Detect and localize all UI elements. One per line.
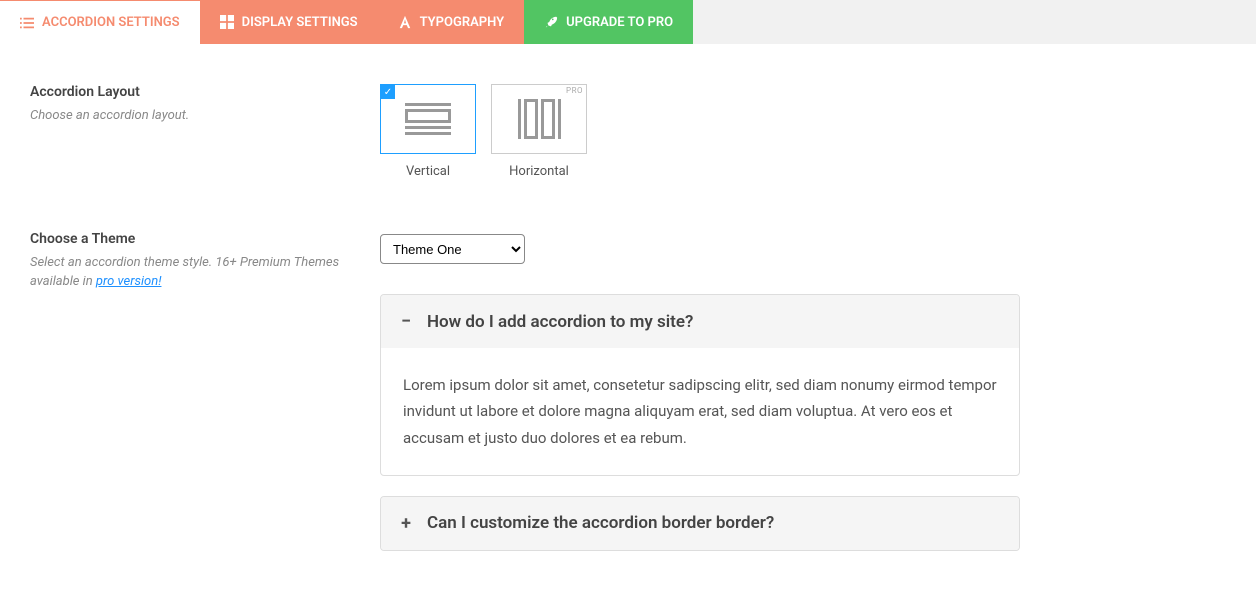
list-icon [20, 16, 34, 30]
tab-label: DISPLAY SETTINGS [242, 15, 358, 30]
layout-option-vertical[interactable]: ✓ [380, 84, 476, 154]
accordion-body: Lorem ipsum dolor sit amet, consetetur s… [381, 348, 1019, 475]
layout-option-horizontal[interactable]: PRO [491, 84, 587, 154]
layout-desc: Choose an accordion layout. [30, 106, 360, 126]
layout-options: ✓ Vertical PRO Horizontal [380, 84, 1020, 179]
tab-label: ACCORDION SETTINGS [42, 15, 180, 30]
accordion-title: How do I add accordion to my site? [427, 312, 693, 332]
tab-typography[interactable]: TYPOGRAPHY [378, 0, 525, 44]
settings-content: Accordion Layout Choose an accordion lay… [0, 44, 1256, 591]
layout-title: Accordion Layout [30, 84, 360, 100]
tab-label: TYPOGRAPHY [420, 15, 505, 30]
tab-upgrade-pro[interactable]: UPGRADE TO PRO [524, 0, 693, 44]
grid-icon [220, 15, 234, 29]
settings-tabs: ACCORDION SETTINGS DISPLAY SETTINGS TYPO… [0, 0, 1256, 44]
theme-select[interactable]: Theme One [380, 234, 525, 264]
layout-option-label: Horizontal [491, 164, 587, 179]
accordion-header[interactable]: − How do I add accordion to my site? [381, 295, 1019, 348]
layout-option-label: Vertical [380, 164, 476, 179]
theme-title: Choose a Theme [30, 231, 360, 247]
vertical-layout-icon [405, 103, 451, 135]
accordion-item: + Can I customize the accordion border b… [380, 496, 1020, 551]
horizontal-layout-icon [518, 99, 561, 139]
collapse-icon: − [399, 311, 413, 332]
pro-version-link[interactable]: pro version! [96, 274, 162, 289]
expand-icon: + [399, 513, 413, 534]
theme-desc: Select an accordion theme style. 16+ Pre… [30, 253, 360, 292]
settings-labels-column: Accordion Layout Choose an accordion lay… [30, 84, 360, 571]
accordion-item: − How do I add accordion to my site? Lor… [380, 294, 1020, 476]
tab-accordion-settings[interactable]: ACCORDION SETTINGS [0, 0, 200, 44]
theme-desc-text: Select an accordion theme style. 16+ Pre… [30, 255, 339, 290]
tab-label: UPGRADE TO PRO [566, 15, 673, 30]
accordion-title: Can I customize the accordion border bor… [427, 513, 774, 533]
check-icon: ✓ [381, 85, 395, 99]
accordion-header[interactable]: + Can I customize the accordion border b… [381, 497, 1019, 550]
rocket-icon [544, 15, 558, 29]
font-icon [398, 15, 412, 29]
settings-controls-column: ✓ Vertical PRO Horizontal Them [380, 84, 1020, 571]
tab-display-settings[interactable]: DISPLAY SETTINGS [200, 0, 378, 44]
accordion-preview: − How do I add accordion to my site? Lor… [380, 294, 1020, 551]
pro-badge: PRO [563, 85, 586, 96]
